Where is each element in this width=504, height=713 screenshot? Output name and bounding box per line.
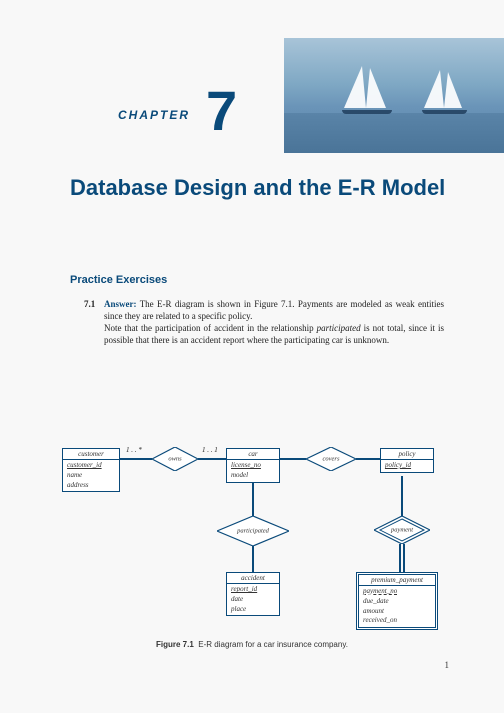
relationship-participated-label: participated bbox=[237, 528, 269, 535]
line-covers-policy bbox=[356, 458, 380, 460]
figure-label: Figure 7.1 bbox=[156, 640, 194, 649]
page-number: 1 bbox=[445, 660, 450, 670]
attr-customer-address: address bbox=[67, 481, 115, 491]
chapter-header: CHAPTER 7 bbox=[0, 0, 504, 155]
chapter-label: CHAPTER bbox=[118, 108, 190, 122]
exercise-number: 7.1 bbox=[84, 298, 95, 310]
entity-customer: customer customer_id name address bbox=[62, 448, 120, 492]
attr-payment-amount: amount bbox=[363, 607, 431, 617]
line-policy-payment bbox=[401, 476, 403, 516]
entity-premium-payment-name: premium_payment bbox=[359, 575, 435, 586]
attr-accident-reportid: report_id bbox=[231, 585, 275, 595]
attr-payment-received: received_on bbox=[363, 616, 431, 626]
chapter-title: Database Design and the E-R Model bbox=[70, 175, 450, 201]
answer-label: Answer: bbox=[104, 299, 137, 309]
attr-customer-id: customer_id bbox=[67, 461, 115, 471]
relationship-owns-label: owns bbox=[168, 456, 181, 463]
line-participated-accident bbox=[252, 546, 254, 572]
relationship-covers: covers bbox=[306, 447, 356, 471]
entity-policy-name: policy bbox=[381, 449, 433, 460]
attr-car-model: model bbox=[231, 471, 275, 481]
answer-text-2a: Note that the participation of accident … bbox=[104, 323, 314, 333]
attr-car-license: license_no bbox=[231, 461, 275, 471]
section-heading: Practice Exercises bbox=[70, 274, 167, 286]
entity-car-name: car bbox=[227, 449, 279, 460]
entity-accident: accident report_id date place bbox=[226, 572, 280, 616]
attr-accident-place: place bbox=[231, 605, 275, 615]
line-car-covers bbox=[280, 458, 306, 460]
figure-caption: Figure 7.1 E-R diagram for a car insuran… bbox=[0, 640, 504, 649]
entity-premium-payment: premium_payment payment_no due_date amou… bbox=[356, 572, 438, 630]
attr-accident-date: date bbox=[231, 595, 275, 605]
chapter-number: 7 bbox=[206, 78, 237, 143]
line-owns-car bbox=[198, 458, 226, 460]
cardinality-owns-right: 1 . . 1 bbox=[202, 446, 218, 454]
entity-customer-name: customer bbox=[63, 449, 119, 460]
attr-payment-no: payment_no bbox=[363, 587, 431, 597]
relationship-payment: payment bbox=[374, 516, 430, 544]
er-diagram: customer customer_id name address car li… bbox=[62, 400, 462, 635]
entity-accident-name: accident bbox=[227, 573, 279, 584]
line-payment-premium-a bbox=[399, 544, 401, 572]
entity-car: car license_no model bbox=[226, 448, 280, 483]
attr-policy-id: policy_id bbox=[385, 461, 429, 471]
cardinality-owns-left: 1 . . * bbox=[126, 446, 142, 454]
answer-text-2b: participated bbox=[317, 323, 361, 333]
relationship-covers-label: covers bbox=[323, 456, 340, 463]
line-customer-owns bbox=[120, 458, 152, 460]
relationship-payment-label: payment bbox=[391, 527, 413, 534]
attr-payment-due: due_date bbox=[363, 597, 431, 607]
entity-policy: policy policy_id bbox=[380, 448, 434, 473]
line-payment-premium-b bbox=[403, 544, 405, 572]
attr-customer-name: name bbox=[67, 471, 115, 481]
relationship-owns: owns bbox=[152, 447, 198, 471]
figure-caption-text: E-R diagram for a car insurance company. bbox=[198, 640, 348, 649]
relationship-participated: participated bbox=[217, 516, 289, 546]
chapter-illustration bbox=[284, 38, 504, 153]
answer-text-1: The E-R diagram is shown in Figure 7.1. … bbox=[104, 299, 444, 321]
line-car-participated bbox=[252, 482, 254, 516]
exercise-body: 7.1 Answer: The E-R diagram is shown in … bbox=[104, 298, 444, 347]
